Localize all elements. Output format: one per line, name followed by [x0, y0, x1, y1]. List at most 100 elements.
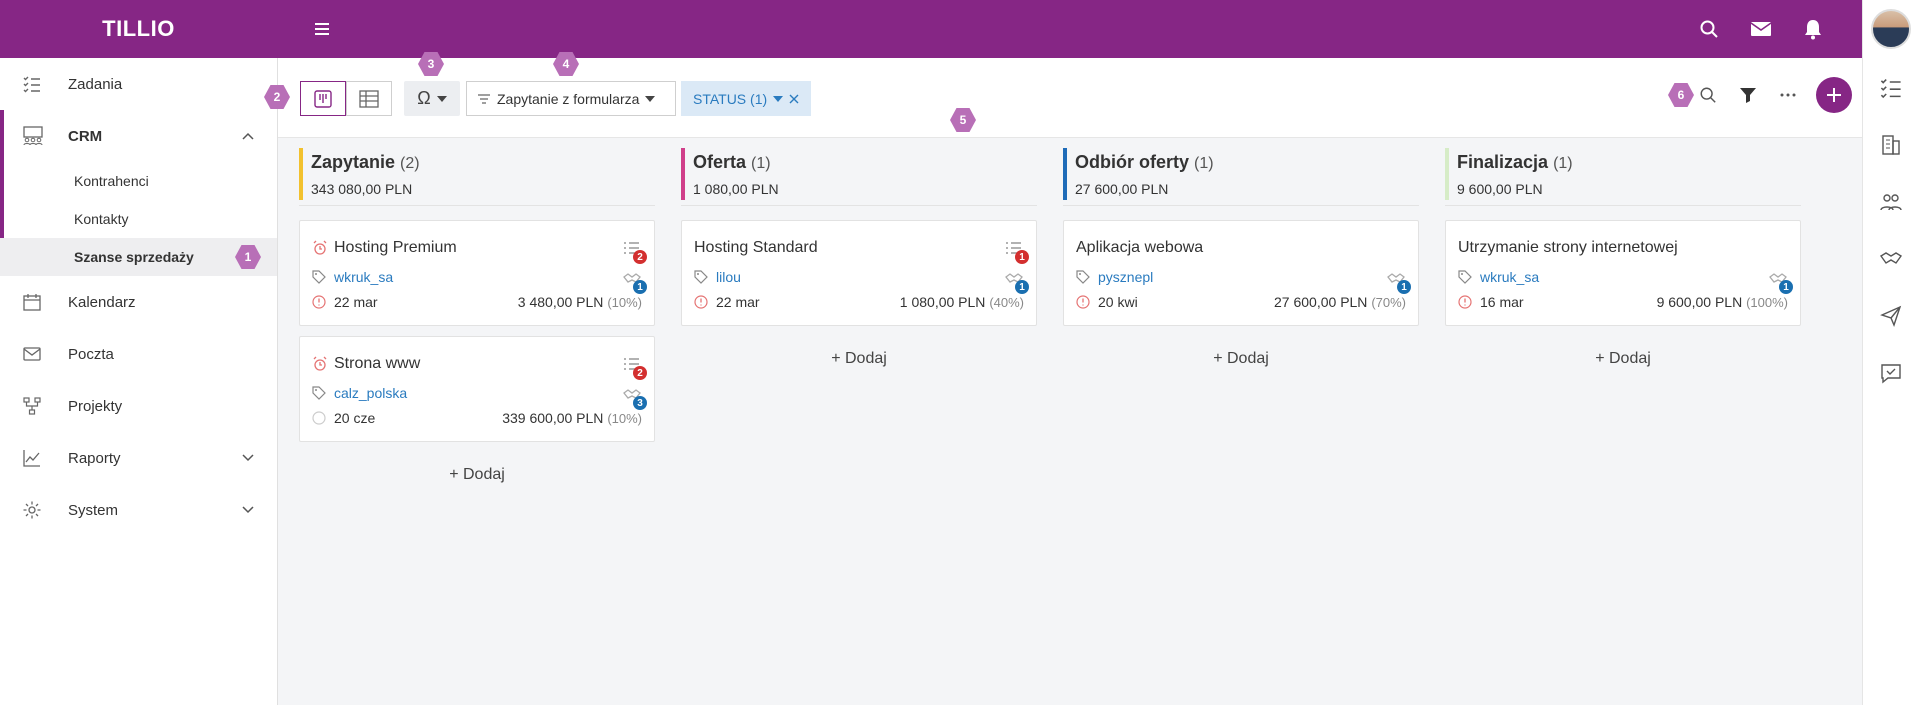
tasks-icon[interactable]: 2	[622, 355, 647, 380]
caret-down-icon	[645, 95, 656, 102]
column-count: (1)	[1194, 155, 1214, 172]
column-title: Oferta	[693, 152, 747, 172]
column-amount: 27 600,00 PLN	[1075, 181, 1169, 197]
sidebar-item-projekty[interactable]: Projekty	[0, 380, 277, 432]
chevron-down-icon[interactable]	[241, 451, 255, 465]
tasks-icon[interactable]: 2	[622, 239, 647, 264]
contacts-icon[interactable]: 1	[1768, 269, 1793, 294]
tag-icon	[312, 386, 326, 400]
bell-icon[interactable]	[1798, 14, 1828, 44]
column-count: (1)	[1553, 155, 1573, 172]
sidebar-item-crm[interactable]: CRM	[0, 110, 277, 162]
chat-check-icon[interactable]	[1879, 361, 1903, 385]
sidebar-subitem-kontakty[interactable]: Kontakty	[0, 200, 277, 238]
column-color-bar	[1063, 148, 1067, 200]
deal-card[interactable]: Strona www 2 calz_polska 3 20 cze 339 60…	[299, 336, 655, 442]
user-avatar[interactable]	[1862, 0, 1918, 58]
column-count: (1)	[751, 155, 771, 172]
sidebar-item-system[interactable]: System	[0, 484, 277, 536]
alert-circle-icon	[1076, 295, 1090, 309]
card-tag[interactable]: lilou	[716, 269, 741, 285]
card-tag[interactable]: wkruk_sa	[334, 269, 393, 285]
sidebar-subitem-szanse-sprzedazy[interactable]: Szanse sprzedaży 1	[0, 238, 277, 276]
card-tag[interactable]: wkruk_sa	[1480, 269, 1539, 285]
card-date: 20 cze	[334, 410, 376, 426]
tag-icon	[1458, 270, 1472, 284]
sidebar-item-kalendarz[interactable]: Kalendarz	[0, 276, 277, 328]
card-title: Utrzymanie strony internetowej	[1458, 239, 1678, 256]
sidebar: Zadania CRM Kontrahenci Kontakty Szanse …	[0, 58, 278, 705]
chevron-up-icon[interactable]	[241, 129, 255, 143]
add-deal-button[interactable]: + Dodaj	[299, 466, 655, 484]
handshake-icon[interactable]	[1879, 247, 1903, 271]
kanban-icon	[314, 89, 332, 108]
add-deal-button[interactable]: + Dodaj	[1445, 350, 1801, 368]
kanban-column-oferta: Oferta (1) 1 080,00 PLN Hosting Standard…	[681, 138, 1037, 367]
tasks-icon[interactable]	[1879, 76, 1903, 100]
app-logo[interactable]: TILLIO	[0, 0, 277, 58]
card-value: 1 080,00 PLN	[899, 294, 986, 310]
contacts-icon[interactable]: 1	[622, 269, 647, 294]
contacts-icon[interactable]: 3	[622, 385, 647, 410]
deal-card[interactable]: Utrzymanie strony internetowej wkruk_sa …	[1445, 220, 1801, 326]
kanban-view-button[interactable]	[300, 81, 346, 116]
search-icon[interactable]	[1694, 14, 1724, 44]
alert-circle-icon	[1458, 295, 1472, 309]
kanban-column-finalizacja: Finalizacja (1) 9 600,00 PLN Utrzymanie …	[1445, 138, 1801, 367]
menu-icon[interactable]	[310, 17, 334, 41]
mail-icon[interactable]	[1746, 14, 1776, 44]
column-amount: 1 080,00 PLN	[693, 181, 779, 197]
column-title: Zapytanie	[311, 152, 396, 172]
table-icon	[359, 89, 379, 108]
sidebar-item-poczta[interactable]: Poczta	[0, 328, 277, 380]
column-color-bar	[299, 148, 303, 200]
card-probability: (10%)	[607, 295, 642, 310]
column-color-bar	[681, 148, 685, 200]
building-icon[interactable]	[1879, 133, 1903, 157]
contact-count-badge: 1	[633, 280, 647, 294]
projects-icon	[22, 396, 42, 416]
sidebar-item-zadania[interactable]: Zadania	[0, 58, 277, 110]
sidebar-subitem-kontrahenci[interactable]: Kontrahenci	[0, 162, 277, 200]
add-button[interactable]	[1816, 77, 1852, 113]
table-view-button[interactable]	[346, 81, 392, 116]
card-date: 22 mar	[716, 294, 760, 310]
deal-card[interactable]: Hosting Standard 1 lilou 1 22 mar 1 080,…	[681, 220, 1037, 326]
card-tag[interactable]: pysznepl	[1098, 269, 1153, 285]
card-date: 20 kwi	[1098, 294, 1138, 310]
column-color-bar	[1445, 148, 1449, 200]
search-icon[interactable]	[1688, 75, 1728, 115]
column-amount: 343 080,00 PLN	[311, 181, 413, 197]
send-icon[interactable]	[1879, 304, 1903, 328]
contacts-icon[interactable]: 1	[1004, 269, 1029, 294]
chevron-down-icon[interactable]	[241, 503, 255, 517]
more-icon[interactable]	[1768, 75, 1808, 115]
form-filter-dropdown[interactable]: Zapytanie z formularza	[466, 81, 676, 116]
card-value: 27 600,00 PLN	[1274, 294, 1368, 310]
caret-down-icon	[773, 95, 784, 102]
deal-card[interactable]: Hosting Premium 2 wkruk_sa 1 22 mar 3 48…	[299, 220, 655, 326]
status-filter-chip[interactable]: STATUS (1)	[681, 81, 811, 116]
people-icon[interactable]	[1879, 190, 1903, 214]
close-icon[interactable]	[789, 94, 799, 104]
crm-icon	[22, 126, 43, 146]
task-count-badge: 1	[1015, 250, 1029, 264]
sidebar-item-raporty[interactable]: Raporty	[0, 432, 277, 484]
add-deal-button[interactable]: + Dodaj	[681, 350, 1037, 368]
pipeline-select-button[interactable]: Ω	[404, 81, 460, 116]
contact-count-badge: 1	[1015, 280, 1029, 294]
deal-card[interactable]: Aplikacja webowa pysznepl 1 20 kwi 27 60…	[1063, 220, 1419, 326]
column-header: Odbiór oferty (1) 27 600,00 PLN	[1063, 138, 1419, 206]
contacts-icon[interactable]: 1	[1386, 269, 1411, 294]
sidebar-item-label: Raporty	[68, 449, 121, 467]
card-tag[interactable]: calz_polska	[334, 385, 407, 401]
tasks-icon[interactable]: 1	[1004, 239, 1029, 264]
add-deal-button[interactable]: + Dodaj	[1063, 350, 1419, 368]
sidebar-item-label: System	[68, 501, 119, 519]
toolbar: 2 3 Ω 4 Zapytanie z formularza STATUS (1…	[264, 52, 1862, 138]
card-date: 22 mar	[334, 294, 378, 310]
card-value: 9 600,00 PLN	[1656, 294, 1743, 310]
callout-badge: 5	[950, 108, 976, 132]
chart-icon	[22, 448, 42, 468]
filter-icon[interactable]	[1728, 75, 1768, 115]
